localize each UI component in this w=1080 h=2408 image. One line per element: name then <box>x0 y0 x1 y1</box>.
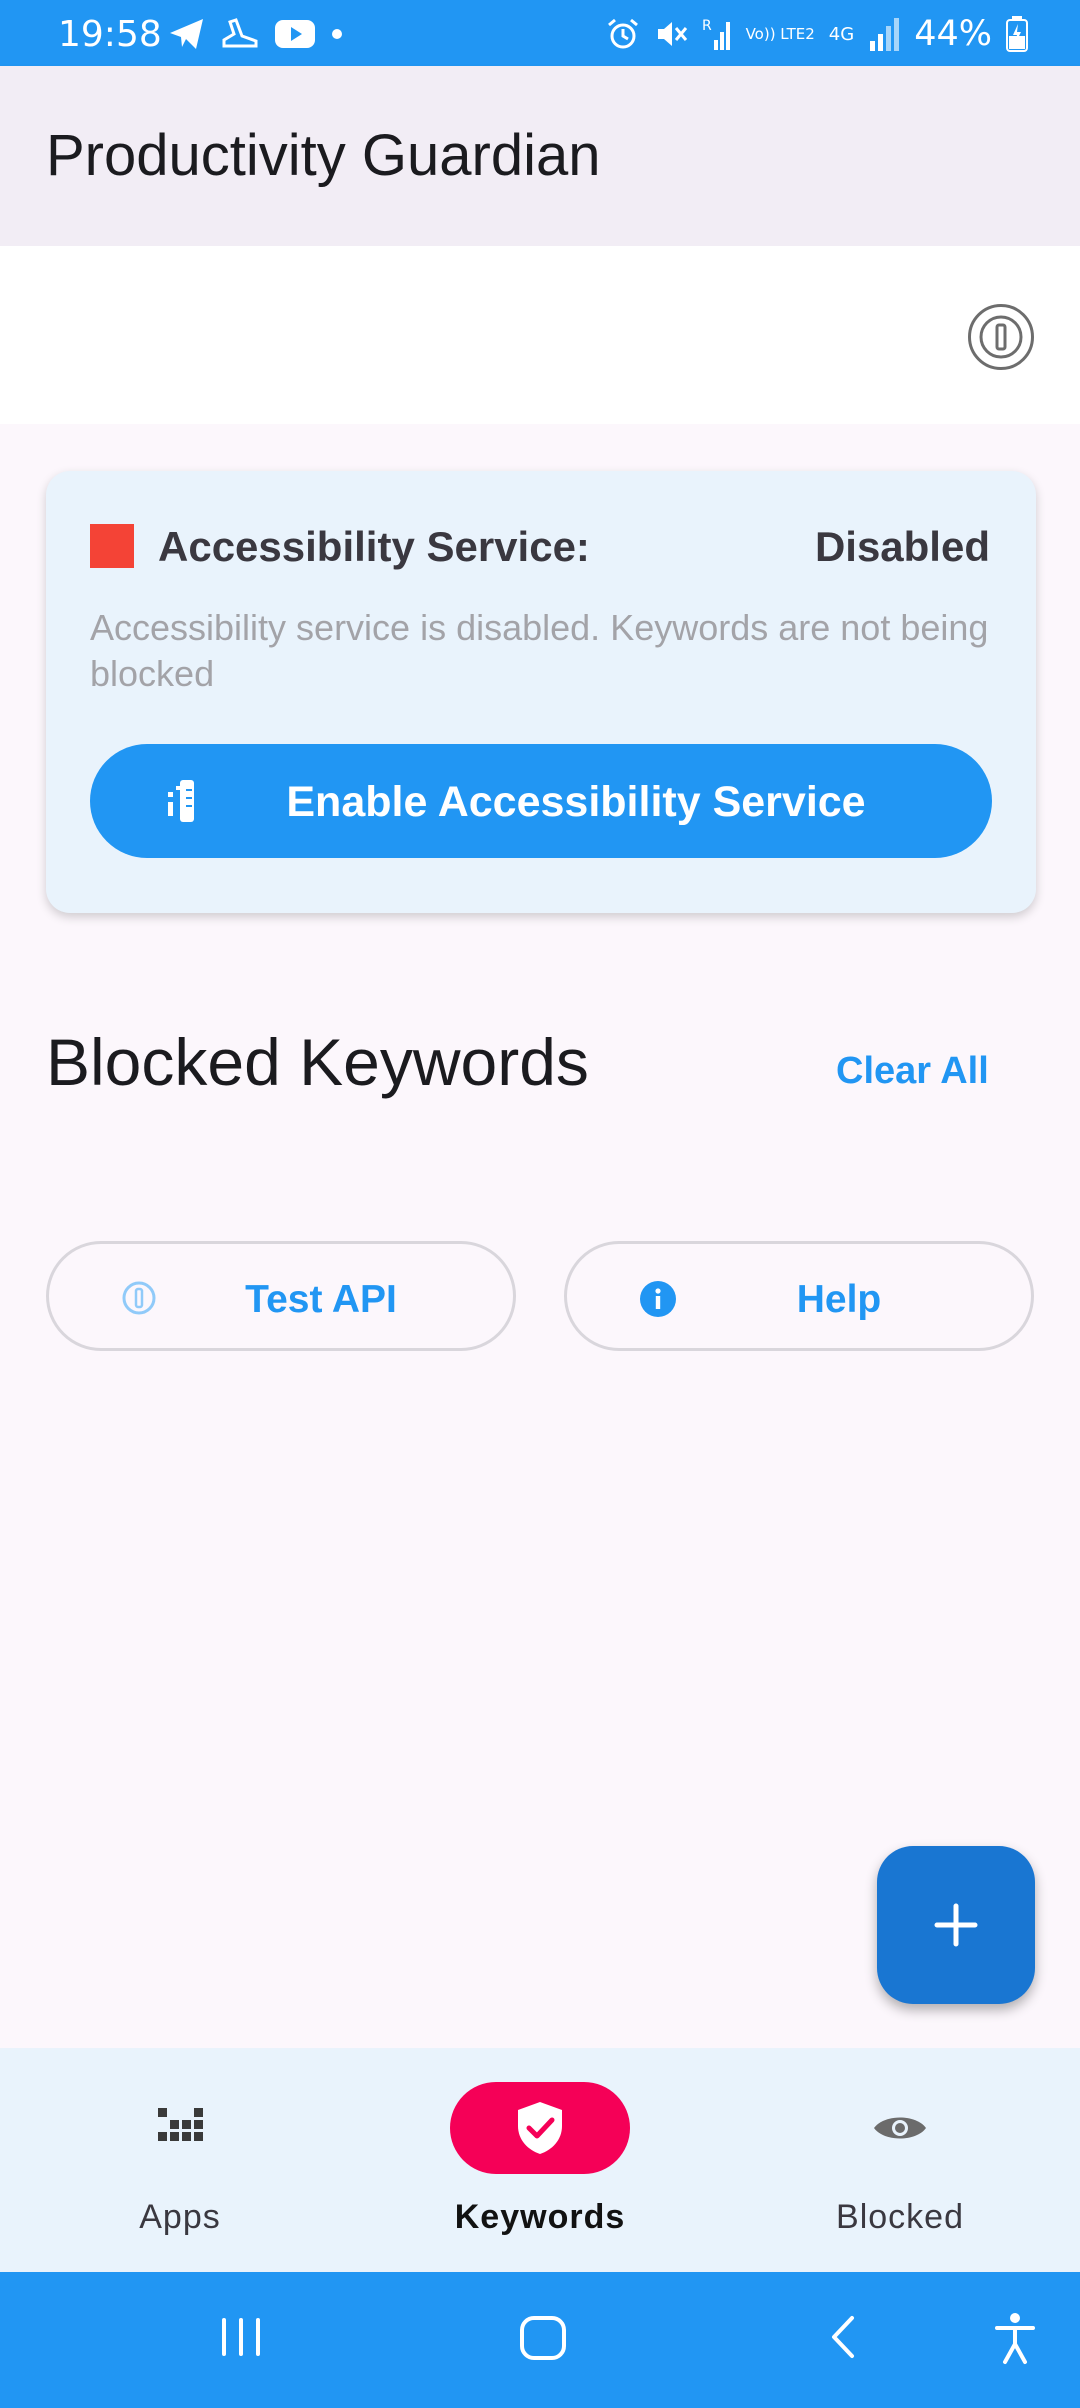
help-label: Help <box>796 1278 882 1321</box>
plus-icon <box>934 1903 978 1947</box>
info-button[interactable] <box>968 304 1034 370</box>
nav-apps-icon-container <box>90 2082 270 2174</box>
status-indicator <box>90 524 134 568</box>
shoe-icon <box>222 18 258 48</box>
bottom-navigation: Apps Keywords Blocked <box>0 2048 1080 2272</box>
system-navigation-bar <box>0 2272 1080 2408</box>
accessibility-label: Accessibility Service: <box>158 523 590 570</box>
signal-icon <box>870 18 900 51</box>
test-api-button[interactable]: Test API <box>46 1241 516 1351</box>
back-icon[interactable] <box>822 2306 862 2368</box>
status-time: 19:58 <box>58 14 162 55</box>
app-title: Productivity Guardian <box>46 123 601 188</box>
test-api-label: Test API <box>245 1278 397 1321</box>
nav-blocked-icon-container <box>810 2082 990 2174</box>
system-indicators: R Vo)) LTE2 4G 44% <box>606 12 1028 56</box>
battery-charging-icon <box>1006 16 1028 52</box>
dot-icon <box>332 29 342 39</box>
apps-grid-icon <box>158 2108 203 2141</box>
shield-check-icon <box>518 2102 562 2154</box>
telegram-icon <box>170 19 203 49</box>
accessibility-status: Disabled <box>814 523 990 570</box>
header-area <box>0 246 1080 424</box>
blocked-keywords-title: Blocked Keywords <box>46 1025 589 1099</box>
eye-icon <box>874 2117 926 2139</box>
nav-item-blocked[interactable]: Blocked <box>720 2048 1080 2272</box>
nav-item-keywords[interactable]: Keywords <box>360 2048 720 2272</box>
nav-keywords-icon-container <box>450 2082 630 2174</box>
nav-item-apps[interactable]: Apps <box>0 2048 360 2272</box>
clear-all-button[interactable]: Clear All <box>836 1050 989 1093</box>
home-icon[interactable] <box>518 2306 568 2368</box>
enable-accessibility-button[interactable]: Enable Accessibility Service <box>90 744 992 858</box>
mute-icon <box>657 22 687 46</box>
app-bar: Productivity Guardian <box>0 66 1080 246</box>
nav-apps-label: Apps <box>139 2198 221 2236</box>
info-outline-icon <box>979 315 1023 359</box>
enable-accessibility-label: Enable Accessibility Service <box>286 778 866 826</box>
notification-icons <box>168 14 344 54</box>
signal-r-icon: R <box>702 18 730 50</box>
accessibility-shortcut-icon[interactable] <box>992 2306 1038 2368</box>
recent-apps-icon[interactable] <box>218 2306 264 2368</box>
youtube-icon <box>275 20 315 48</box>
nav-blocked-label: Blocked <box>836 2198 964 2236</box>
status-bar: 19:58 R Vo)) LTE2 4G 44% <box>0 0 1080 66</box>
accessibility-description: Accessibility service is disabled. Keywo… <box>90 607 989 694</box>
add-keyword-button[interactable] <box>877 1846 1035 2004</box>
alarm-icon <box>607 18 638 49</box>
nav-keywords-label: Keywords <box>454 2198 626 2236</box>
volte-icon: Vo)) LTE2 <box>745 25 815 43</box>
svg-text:R: R <box>702 18 712 34</box>
battery-percent: 44% <box>914 14 992 54</box>
accessibility-status-card: Accessibility Service: Disabled Accessib… <box>46 471 1036 913</box>
4g-icon: 4G <box>828 23 855 45</box>
help-button[interactable]: Help <box>564 1241 1034 1351</box>
